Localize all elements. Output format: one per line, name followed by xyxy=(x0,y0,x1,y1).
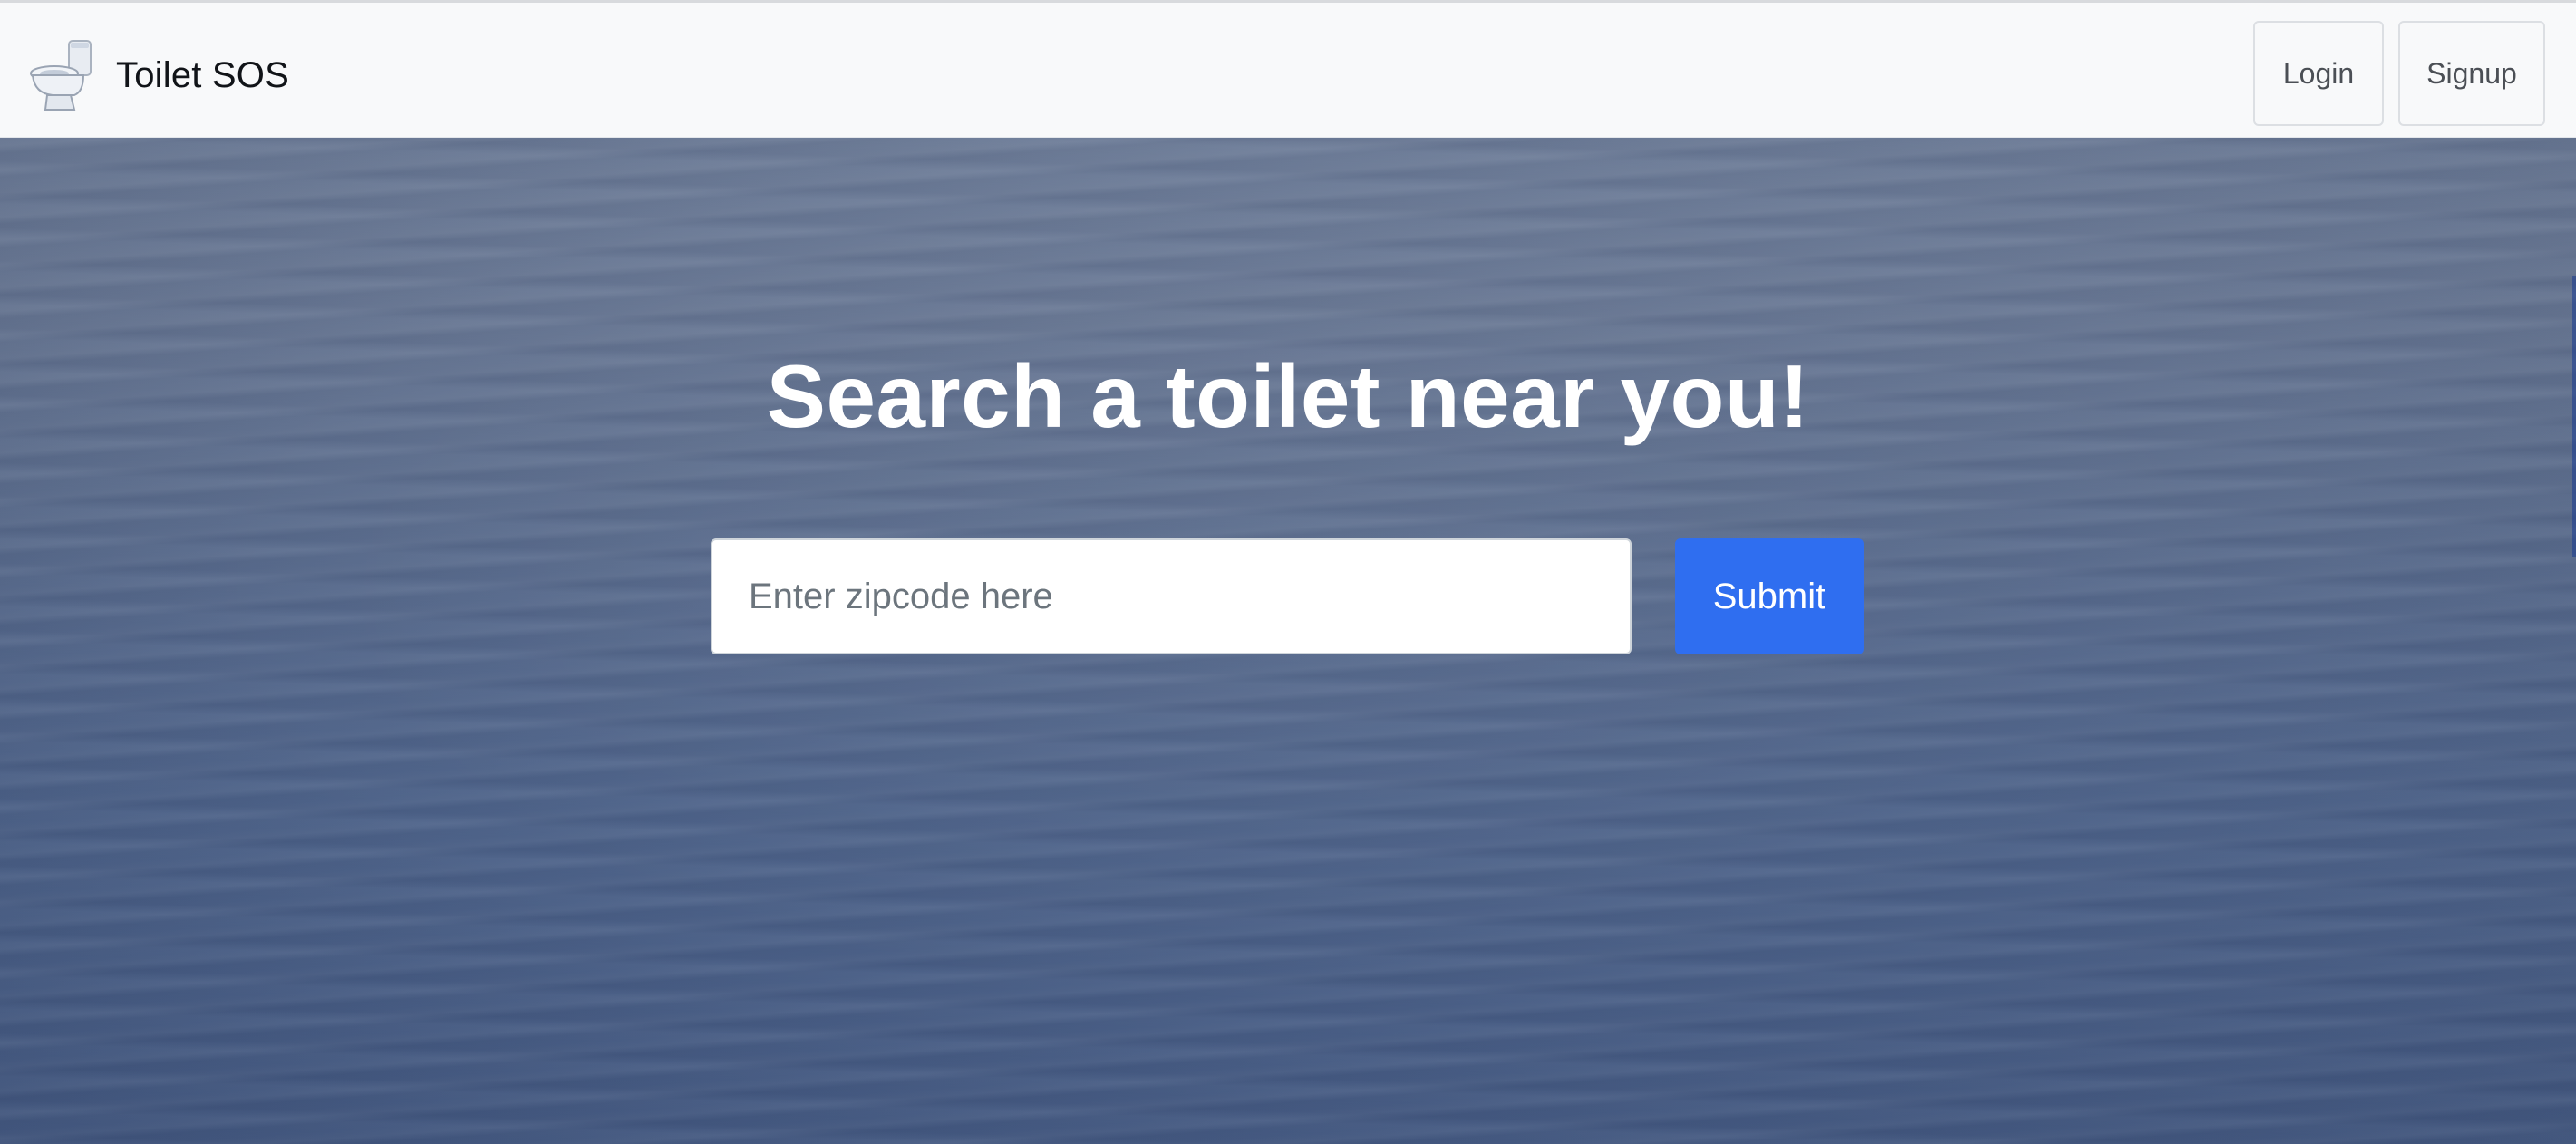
brand-link[interactable]: Toilet SOS xyxy=(27,37,289,113)
signup-button[interactable]: Signup xyxy=(2398,21,2545,126)
hero-title: Search a toilet near you! xyxy=(766,346,1810,446)
page: Toilet SOS Login Signup Search a toilet … xyxy=(0,0,2576,1144)
submit-button[interactable]: Submit xyxy=(1675,538,1864,654)
toilet-icon xyxy=(30,40,92,111)
zipcode-input[interactable] xyxy=(711,538,1632,654)
top-navbar: Toilet SOS Login Signup xyxy=(0,0,2576,138)
login-button[interactable]: Login xyxy=(2253,21,2384,126)
brand-name: Toilet SOS xyxy=(116,54,289,95)
